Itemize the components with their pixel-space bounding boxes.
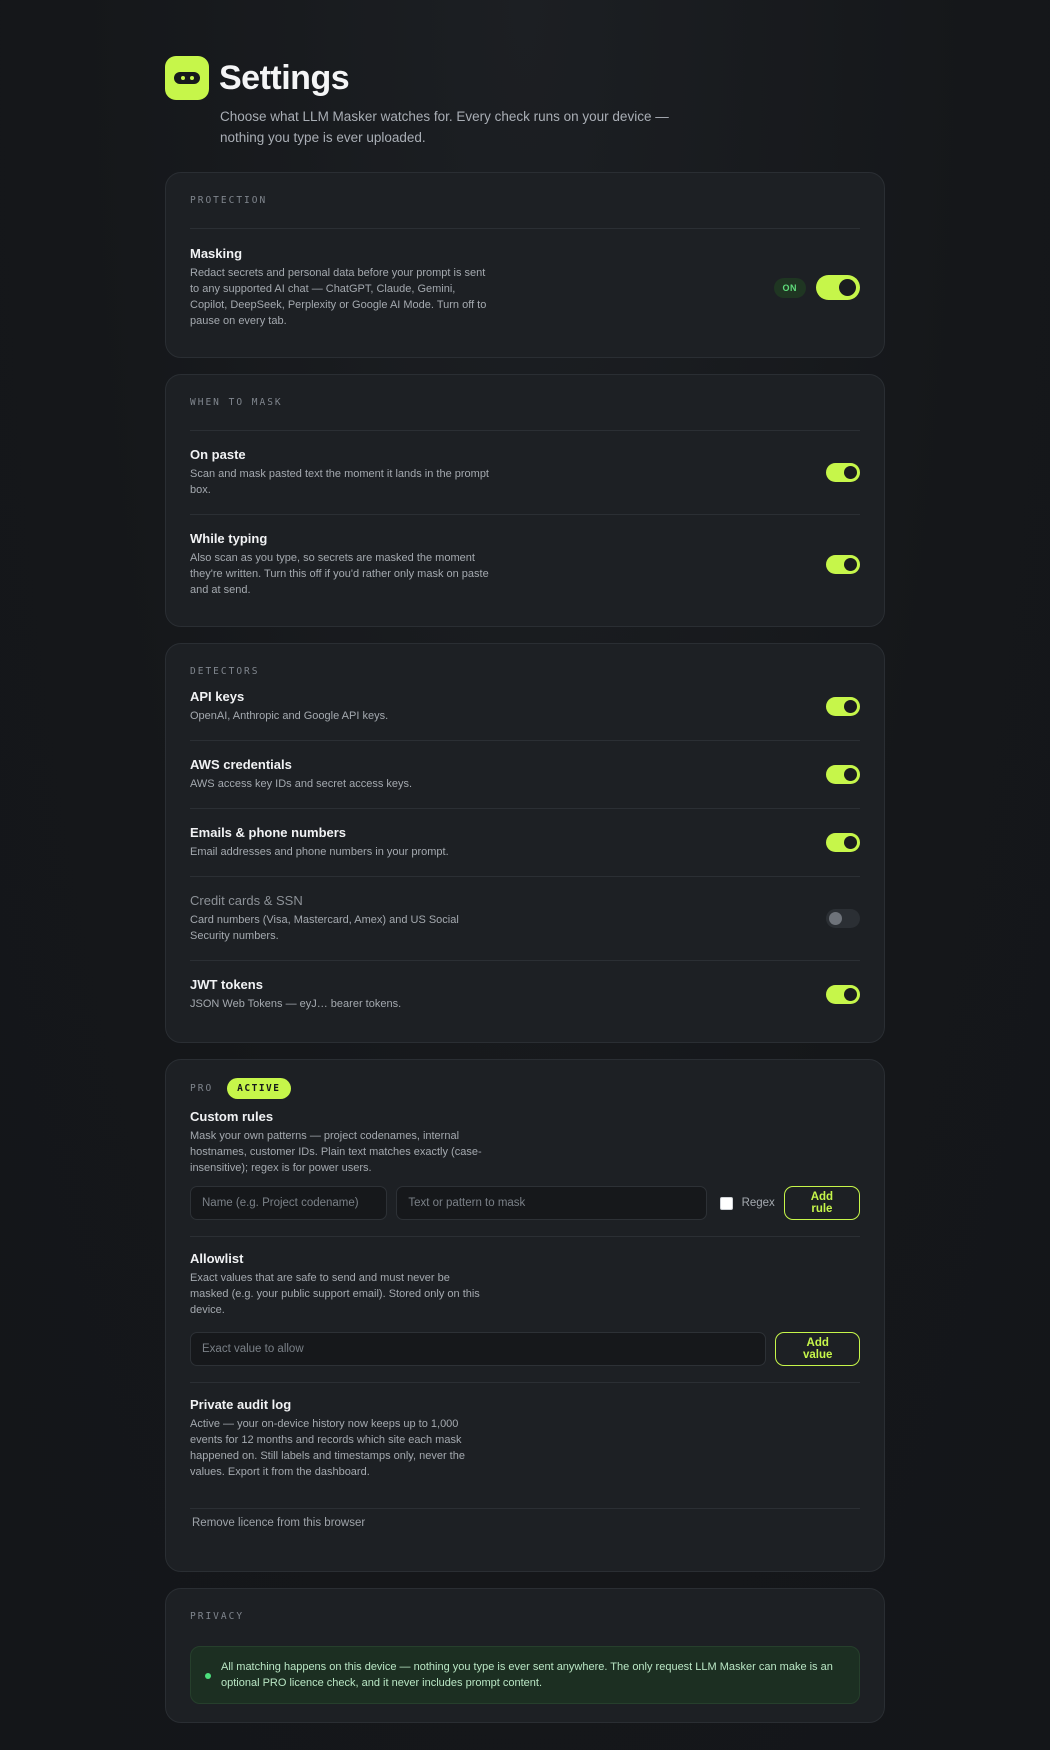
allowlist-form: Add value [190,1332,860,1366]
regex-label: Regex [741,1197,775,1209]
jwt-tokens-toggle[interactable] [826,985,860,1004]
detector-desc: Card numbers (Visa, Mastercard, Amex) an… [190,914,459,942]
detector-title: Emails & phone numbers [190,825,347,840]
detector-desc: AWS access key IDs and secret access key… [190,778,413,790]
detector-row-api-keys: API keys OpenAI, Anthropic and Google AP… [190,677,860,741]
while-typing-row: While typing Also scan as you type, so s… [190,515,860,608]
on-paste-desc: Scan and mask pasted text the moment it … [190,468,489,496]
toggle-knob [844,700,857,713]
while-typing-title: While typing [190,531,268,546]
custom-rules-desc: Mask your own patterns — project codenam… [190,1130,482,1174]
on-paste-text: On paste Scan and mask pasted text the m… [190,447,490,498]
section-label-pro: PRO [190,1083,214,1094]
rule-pattern-input[interactable] [396,1186,707,1220]
rule-name-input[interactable] [190,1186,388,1220]
add-value-button[interactable]: Add value [775,1332,860,1366]
detector-desc: JSON Web Tokens — eyJ… bearer tokens. [190,998,402,1010]
api-keys-toggle[interactable] [826,697,860,716]
add-rule-button[interactable]: Add rule [783,1186,860,1220]
pro-label-row: PRO ACTIVE [190,1078,860,1099]
detector-title: AWS credentials [190,757,292,772]
detector-row-jwt: JWT tokens JSON Web Tokens — eyJ… bearer… [190,961,860,1024]
on-paste-toggle[interactable] [826,463,860,482]
allowlist-block: Allowlist Exact values that are safe to … [190,1237,860,1383]
masking-row: Masking Redact secrets and personal data… [190,229,860,339]
on-paste-title: On paste [190,447,246,462]
detector-text: AWS credentials AWS access key IDs and s… [190,757,490,792]
aws-credentials-toggle[interactable] [826,765,860,784]
toggle-knob [844,558,857,571]
masking-desc: Redact secrets and personal data before … [190,267,487,327]
custom-rules-block: Custom rules Mask your own patterns — pr… [190,1099,860,1237]
masking-title: Masking [190,246,243,261]
detector-row-aws: AWS credentials AWS access key IDs and s… [190,741,860,809]
when-to-mask-card: WHEN TO MASK On paste Scan and mask past… [165,374,885,627]
page-subtitle: Choose what LLM Masker watches for. Ever… [220,109,669,145]
on-paste-row: On paste Scan and mask pasted text the m… [190,431,860,515]
custom-rules-title: Custom rules [190,1109,274,1124]
allowlist-desc: Exact values that are safe to send and m… [190,1272,480,1316]
allowlist-title: Allowlist [190,1251,244,1266]
privacy-note: All matching happens on this device — no… [190,1646,860,1704]
detector-desc: OpenAI, Anthropic and Google API keys. [190,710,389,722]
privacy-card: PRIVACY All matching happens on this dev… [165,1588,885,1723]
detector-title: Credit cards & SSN [190,893,303,908]
while-typing-text: While typing Also scan as you type, so s… [190,531,490,598]
detector-title: JWT tokens [190,977,263,992]
toggle-knob [844,836,857,849]
active-badge: ACTIVE [227,1078,291,1099]
emails-phones-toggle[interactable] [826,833,860,852]
status-badge: ON [773,277,806,298]
detector-row-emails: Emails & phone numbers Email addresses a… [190,809,860,877]
custom-rule-form: Regex Add rule [190,1186,860,1220]
detector-row-credit-cards: Credit cards & SSN Card numbers (Visa, M… [190,877,860,961]
detector-title: API keys [190,689,245,704]
protection-card: PROTECTION Masking Redact secrets and pe… [165,172,885,358]
section-label-when-to-mask: WHEN TO MASK [190,397,283,408]
page-header: Settings [165,56,885,100]
while-typing-desc: Also scan as you type, so secrets are ma… [190,552,489,596]
privacy-note-text: All matching happens on this device — no… [221,1661,833,1689]
section-label-detectors: DETECTORS [190,666,260,677]
detector-text: API keys OpenAI, Anthropic and Google AP… [190,689,490,724]
while-typing-toggle[interactable] [826,555,860,574]
detectors-card: DETECTORS API keys OpenAI, Anthropic and… [165,643,885,1043]
section-label-privacy: PRIVACY [190,1611,245,1622]
toggle-knob [844,988,857,1001]
masking-toggle[interactable] [816,275,860,300]
allowlist-input[interactable] [190,1332,767,1366]
status-dot-icon [205,1673,211,1679]
section-label-protection: PROTECTION [190,195,268,206]
toggle-knob [829,912,842,925]
detector-text: Credit cards & SSN Card numbers (Visa, M… [190,893,490,944]
settings-page: Settings Choose what LLM Masker watches … [165,0,885,1723]
remove-licence-link[interactable]: Remove licence from this browser [190,1509,860,1553]
audit-log-block: Private audit log Active — your on-devic… [190,1383,860,1509]
page-title: Settings [219,58,350,97]
audit-log-desc: Active — your on-device history now keep… [190,1418,465,1478]
detector-text: JWT tokens JSON Web Tokens — eyJ… bearer… [190,977,490,1012]
detector-desc: Email addresses and phone numbers in you… [190,846,449,858]
mask-icon [174,72,200,84]
llm-masker-logo-icon [165,56,209,100]
regex-checkbox[interactable] [719,1196,733,1210]
toggle-knob [844,768,857,781]
pro-card: PRO ACTIVE Custom rules Mask your own pa… [165,1059,885,1572]
regex-option[interactable]: Regex [719,1196,775,1210]
detector-text: Emails & phone numbers Email addresses a… [190,825,490,860]
toggle-knob [844,466,857,479]
masking-controls: ON [773,275,860,300]
audit-log-title: Private audit log [190,1397,292,1412]
toggle-knob [839,279,856,296]
masking-text: Masking Redact secrets and personal data… [190,246,490,329]
credit-cards-ssn-toggle[interactable] [826,909,860,928]
